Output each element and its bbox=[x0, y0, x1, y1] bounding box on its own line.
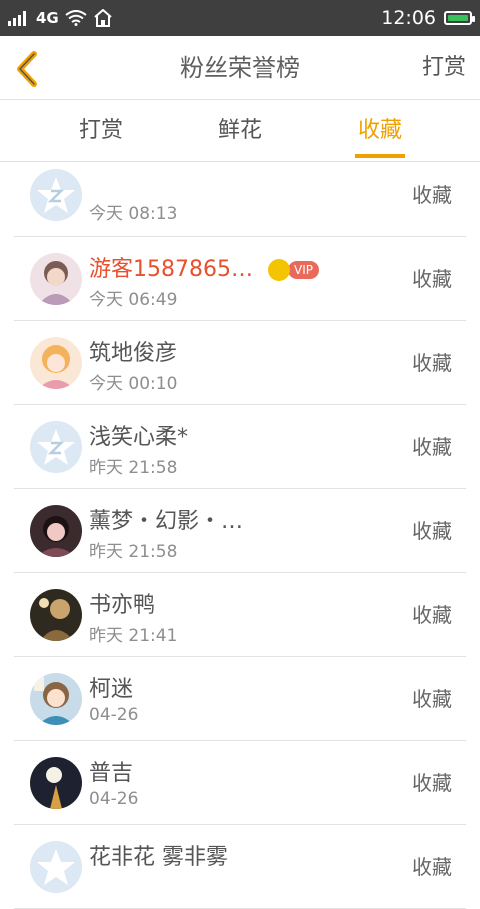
favorite-label: 收藏 bbox=[412, 183, 452, 207]
list-item[interactable]: 游客1587865… VIP 今天 06:49 收藏 bbox=[14, 237, 466, 321]
user-avatar bbox=[30, 673, 82, 725]
timestamp: 今天 00:10 bbox=[89, 374, 178, 394]
fan-list: 今天 08:13 收藏 游客1587865… VIP 今天 06:49 收藏 筑… bbox=[0, 163, 480, 909]
user-name: 薰梦・幻影・… bbox=[89, 509, 244, 534]
default-avatar-icon bbox=[30, 169, 82, 221]
favorite-label: 收藏 bbox=[412, 267, 452, 291]
favorite-label: 收藏 bbox=[412, 855, 452, 879]
signal-icon bbox=[8, 11, 26, 26]
default-avatar-icon bbox=[30, 841, 82, 893]
status-right: 12:06 bbox=[381, 0, 475, 36]
battery-icon bbox=[444, 11, 475, 25]
tab-bar: 打赏 鲜花 收藏 bbox=[0, 100, 480, 162]
wifi-icon bbox=[65, 10, 87, 26]
user-name: 筑地俊彦 bbox=[89, 341, 178, 366]
user-avatar bbox=[30, 337, 82, 389]
favorite-label: 收藏 bbox=[412, 687, 452, 711]
tab-label: 打赏 bbox=[78, 118, 123, 143]
user-avatar bbox=[30, 757, 82, 809]
list-item[interactable]: 筑地俊彦 今天 00:10 收藏 bbox=[14, 321, 466, 405]
vip-badge: VIP bbox=[267, 259, 319, 281]
tab-label: 鲜花 bbox=[217, 118, 262, 143]
tab-favorites[interactable]: 收藏 bbox=[355, 100, 405, 162]
list-item[interactable]: 薰梦・幻影・… 昨天 21:58 收藏 bbox=[14, 489, 466, 573]
status-left: 4G bbox=[8, 0, 113, 36]
tab-label: 收藏 bbox=[357, 118, 402, 143]
list-item[interactable]: 花非花 雾非雾 收藏 bbox=[14, 825, 466, 909]
reward-button[interactable]: 打赏 bbox=[422, 36, 466, 100]
user-avatar bbox=[30, 253, 82, 305]
timestamp: 今天 06:49 bbox=[89, 290, 178, 310]
home-icon bbox=[94, 9, 112, 27]
user-name: 书亦鸭 bbox=[89, 593, 156, 618]
header: 粉丝荣誉榜 打赏 bbox=[0, 36, 480, 100]
timestamp: 04-26 bbox=[89, 789, 139, 809]
user-name: 浅笑心柔* bbox=[89, 425, 189, 450]
clock: 12:06 bbox=[381, 7, 436, 29]
user-avatar bbox=[30, 505, 82, 557]
user-name-text: 游客1587865… bbox=[89, 257, 253, 282]
timestamp: 今天 08:13 bbox=[89, 204, 178, 224]
list-item[interactable]: 普吉 04-26 收藏 bbox=[14, 741, 466, 825]
crown-icon bbox=[267, 259, 290, 281]
status-bar: 4G 12:06 bbox=[0, 0, 480, 36]
list-item[interactable]: 今天 08:13 收藏 bbox=[14, 163, 466, 237]
user-name: 花非花 雾非雾 bbox=[89, 845, 228, 870]
list-item[interactable]: 浅笑心柔* 昨天 21:58 收藏 bbox=[14, 405, 466, 489]
vip-tag: VIP bbox=[287, 261, 319, 279]
favorite-label: 收藏 bbox=[412, 603, 452, 627]
timestamp: 昨天 21:41 bbox=[89, 626, 178, 646]
favorite-label: 收藏 bbox=[412, 435, 452, 459]
user-name: 柯迷 bbox=[89, 677, 134, 702]
favorite-label: 收藏 bbox=[412, 351, 452, 375]
user-avatar bbox=[30, 589, 82, 641]
favorite-label: 收藏 bbox=[412, 519, 452, 543]
network-type: 4G bbox=[36, 9, 59, 27]
timestamp: 04-26 bbox=[89, 705, 139, 725]
timestamp: 昨天 21:58 bbox=[89, 542, 178, 562]
tab-active-indicator bbox=[355, 154, 405, 158]
tab-flowers[interactable]: 鲜花 bbox=[215, 100, 265, 162]
default-avatar-icon bbox=[30, 421, 82, 473]
list-item[interactable]: 柯迷 04-26 收藏 bbox=[14, 657, 466, 741]
tab-reward[interactable]: 打赏 bbox=[76, 100, 126, 162]
user-name: 游客1587865… VIP bbox=[89, 251, 319, 283]
list-item[interactable]: 书亦鸭 昨天 21:41 收藏 bbox=[14, 573, 466, 657]
page-title: 粉丝荣誉榜 bbox=[180, 54, 300, 82]
favorite-label: 收藏 bbox=[412, 771, 452, 795]
user-name: 普吉 bbox=[89, 761, 134, 786]
timestamp: 昨天 21:58 bbox=[89, 458, 178, 478]
